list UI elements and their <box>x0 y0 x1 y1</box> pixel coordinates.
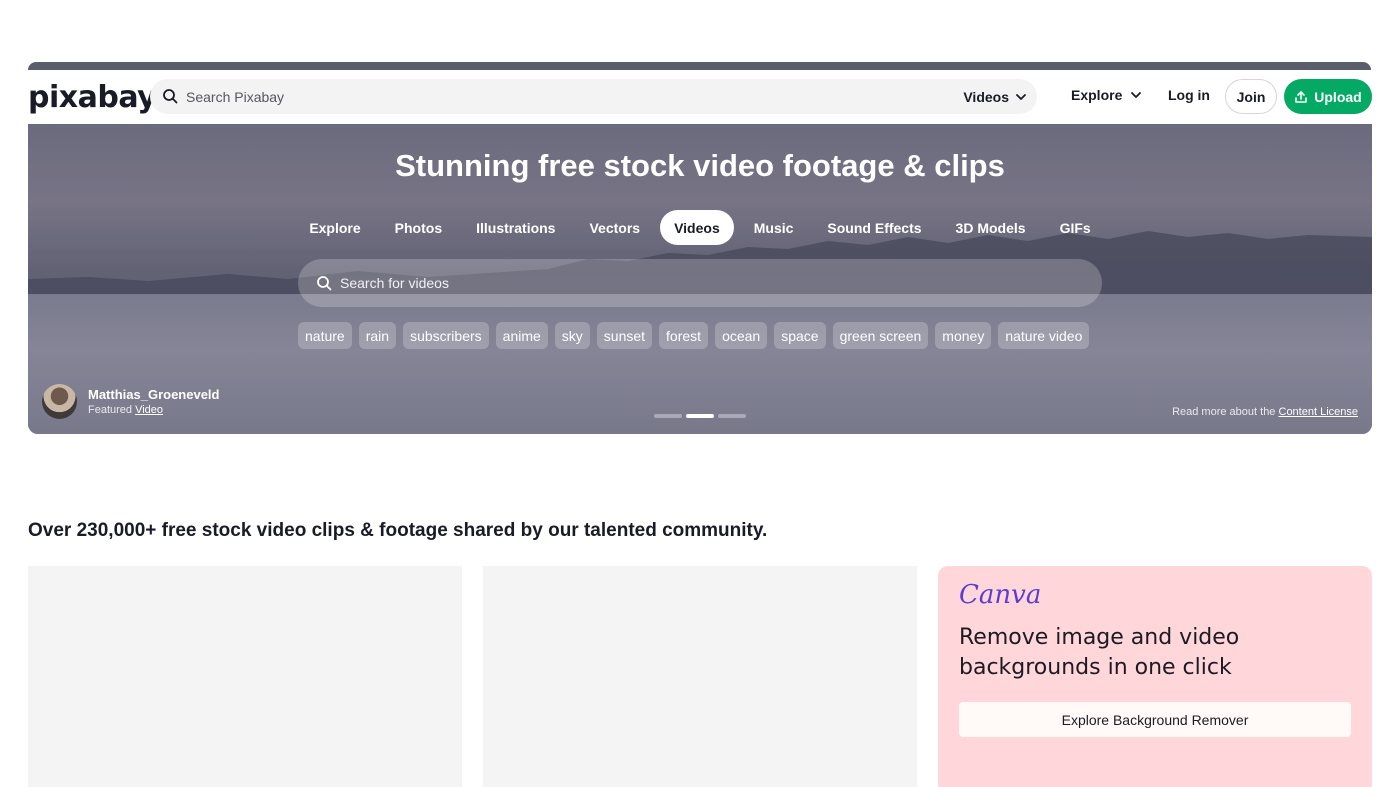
tag-chip[interactable]: rain <box>358 322 397 349</box>
credit-featured: Featured Video <box>88 404 220 416</box>
tab-vectors[interactable]: Vectors <box>575 210 654 245</box>
content-license-link[interactable]: Content License <box>1279 406 1359 418</box>
video-card-placeholder[interactable] <box>28 566 462 787</box>
tag-chip[interactable]: forest <box>659 322 709 349</box>
featured-video-link[interactable]: Video <box>135 404 163 416</box>
slide-dot[interactable] <box>686 414 714 418</box>
tag-chip[interactable]: nature video <box>998 322 1090 349</box>
slide-dot[interactable] <box>654 414 682 418</box>
hero-search-input[interactable] <box>340 259 1080 307</box>
tag-chip[interactable]: subscribers <box>403 322 489 349</box>
hero-search-bar <box>298 259 1102 307</box>
slide-dot[interactable] <box>718 414 746 418</box>
join-button[interactable]: Join <box>1225 79 1277 114</box>
tab-music[interactable]: Music <box>740 210 808 245</box>
explore-background-remover-button[interactable]: Explore Background Remover <box>959 702 1351 737</box>
tab-photos[interactable]: Photos <box>381 210 456 245</box>
tag-chip[interactable]: space <box>774 322 826 349</box>
upload-label: Upload <box>1314 88 1362 105</box>
slide-indicators <box>654 414 746 418</box>
upload-icon <box>1295 90 1308 103</box>
tab-sound-effects[interactable]: Sound Effects <box>813 210 935 245</box>
media-type-label: Videos <box>963 88 1009 105</box>
hero-banner: Stunning free stock video footage & clip… <box>28 124 1372 434</box>
tag-chip[interactable]: anime <box>495 322 548 349</box>
tag-chip[interactable]: money <box>935 322 992 349</box>
tag-chip[interactable]: sky <box>554 322 590 349</box>
search-icon <box>317 276 332 291</box>
header-search-bar: Videos <box>150 79 1037 114</box>
featured-credit: Matthias_Groeneveld Featured Video <box>42 384 220 419</box>
pixabay-logo[interactable]: pixabay <box>28 80 157 115</box>
avatar[interactable] <box>42 384 77 419</box>
tab-3d-models[interactable]: 3D Models <box>942 210 1040 245</box>
license-prefix: Read more about the <box>1172 406 1276 418</box>
hero-title: Stunning free stock video footage & clip… <box>395 148 1005 183</box>
section-subtitle: Over 230,000+ free stock video clips & f… <box>28 520 768 541</box>
chevron-down-icon <box>1016 93 1026 100</box>
featured-prefix: Featured <box>88 404 133 416</box>
hero-top-strip <box>28 62 1371 70</box>
canva-logo: Canva <box>959 580 1042 610</box>
credit-author-name[interactable]: Matthias_Groeneveld <box>88 387 220 402</box>
license-note: Read more about the Content License <box>1172 406 1358 418</box>
site-header: pixabay Videos Explore Log in Join Uploa… <box>0 70 1400 124</box>
video-card-placeholder[interactable] <box>483 566 917 787</box>
canva-ad-card: Canva Remove image and video backgrounds… <box>938 566 1372 787</box>
chevron-down-icon <box>1131 92 1142 98</box>
tag-chip[interactable]: sunset <box>596 322 653 349</box>
media-tabs: Explore Photos Illustrations Vectors Videos M… <box>28 210 1372 245</box>
tab-explore[interactable]: Explore <box>295 210 374 245</box>
tag-chip[interactable]: nature <box>298 322 352 349</box>
search-icon <box>163 89 178 104</box>
explore-menu[interactable]: Explore <box>1071 87 1142 103</box>
header-search-input[interactable] <box>186 79 886 114</box>
upload-button[interactable]: Upload <box>1284 79 1372 114</box>
popular-tags: nature rain subscribers anime sky sunset fores… <box>298 322 1090 349</box>
tab-illustrations[interactable]: Illustrations <box>462 210 569 245</box>
explore-label: Explore <box>1071 87 1123 103</box>
tag-chip[interactable]: ocean <box>715 322 768 349</box>
login-link[interactable]: Log in <box>1168 87 1210 103</box>
tab-videos[interactable]: Videos <box>660 210 734 245</box>
tag-chip[interactable]: green screen <box>832 322 929 349</box>
media-type-dropdown[interactable]: Videos <box>963 79 1027 114</box>
ad-headline: Remove image and video backgrounds in on… <box>959 625 1240 680</box>
tab-gifs[interactable]: GIFs <box>1046 210 1105 245</box>
credit-text: Matthias_Groeneveld Featured Video <box>88 387 220 416</box>
